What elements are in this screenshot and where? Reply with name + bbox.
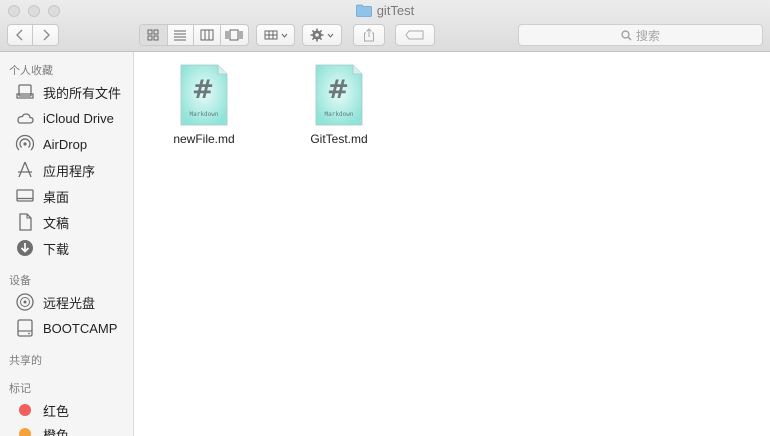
sidebar-item-documents[interactable]: 文稿 — [15, 212, 69, 232]
back-button[interactable] — [8, 25, 34, 45]
sidebar-section-devices: 设备 — [9, 275, 31, 287]
file-item[interactable]: # Markdown GitTest.md — [294, 64, 384, 146]
sidebar: 个人收藏 我的所有文件 iCloud Drive AirDrop 应用程序 桌面… — [0, 52, 134, 436]
applications-icon — [18, 161, 32, 178]
columns-icon — [200, 29, 214, 41]
grid-icon — [147, 29, 159, 41]
list-view-button[interactable] — [168, 25, 195, 45]
sidebar-section-tags: 标记 — [9, 383, 31, 395]
arrange-button[interactable] — [256, 24, 295, 46]
file-name: GitTest.md — [310, 132, 368, 146]
cloud-icon — [17, 113, 34, 124]
arrange-grid-icon — [264, 30, 277, 40]
list-icon — [174, 30, 187, 41]
cover-flow-icon — [225, 29, 243, 41]
sidebar-item-desktop[interactable]: 桌面 — [15, 186, 69, 206]
sidebar-item-all-files[interactable]: 我的所有文件 — [15, 82, 121, 102]
cover-flow-button[interactable] — [221, 25, 248, 45]
chevron-left-icon — [16, 29, 23, 41]
folder-icon — [355, 4, 372, 17]
chevron-right-icon — [43, 29, 50, 41]
search-field[interactable]: 搜索 — [518, 24, 763, 46]
search-icon — [621, 29, 632, 40]
sidebar-section-favorites: 个人收藏 — [9, 65, 53, 77]
sidebar-item-applications[interactable]: 应用程序 — [15, 160, 95, 180]
action-menu-button[interactable] — [302, 24, 342, 46]
window-title-text: gitTest — [376, 3, 415, 18]
all-files-icon — [16, 84, 34, 99]
remote-disc-icon — [16, 293, 34, 311]
sidebar-item-bootcamp[interactable]: BOOTCAMP — [15, 318, 117, 338]
sidebar-item-airdrop[interactable]: AirDrop — [15, 134, 87, 154]
view-mode-selector — [139, 24, 249, 46]
gear-icon — [310, 28, 324, 42]
column-view-button[interactable] — [194, 25, 221, 45]
file-type-badge: Markdown — [325, 111, 354, 118]
orange-tag-dot — [19, 428, 31, 436]
file-type-badge: Markdown — [190, 111, 219, 118]
desktop-icon — [16, 189, 34, 202]
share-button[interactable] — [353, 24, 385, 46]
drive-icon — [17, 319, 33, 337]
chevron-down-icon — [327, 33, 334, 38]
sidebar-item-icloud-drive[interactable]: iCloud Drive — [15, 108, 114, 128]
sidebar-item-tag-orange[interactable]: 橙色 — [15, 424, 69, 436]
file-name: newFile.md — [173, 132, 235, 146]
red-tag-dot — [19, 404, 31, 416]
tags-button[interactable] — [395, 24, 435, 46]
file-glyph: # — [192, 75, 214, 105]
tag-icon — [405, 30, 424, 40]
file-glyph: # — [327, 75, 349, 105]
file-item[interactable]: # Markdown newFile.md — [159, 64, 249, 146]
sidebar-item-tag-red[interactable]: 红色 — [15, 400, 69, 420]
sidebar-item-downloads[interactable]: 下载 — [15, 238, 69, 258]
window-toolbar: gitTest 搜索 — [0, 0, 770, 52]
navigation-buttons — [7, 24, 59, 46]
documents-icon — [19, 213, 32, 231]
airdrop-icon — [15, 134, 35, 151]
share-icon — [364, 28, 374, 42]
markdown-file-icon: # Markdown — [180, 64, 228, 126]
window-title: gitTest — [0, 3, 770, 18]
icon-view-button[interactable] — [140, 25, 168, 45]
sidebar-item-remote-disc[interactable]: 远程光盘 — [15, 292, 95, 312]
downloads-icon — [17, 240, 33, 256]
forward-button[interactable] — [33, 25, 58, 45]
sidebar-section-shared: 共享的 — [9, 355, 42, 367]
markdown-file-icon: # Markdown — [315, 64, 363, 126]
search-placeholder: 搜索 — [635, 28, 660, 43]
chevron-down-icon — [281, 33, 287, 38]
